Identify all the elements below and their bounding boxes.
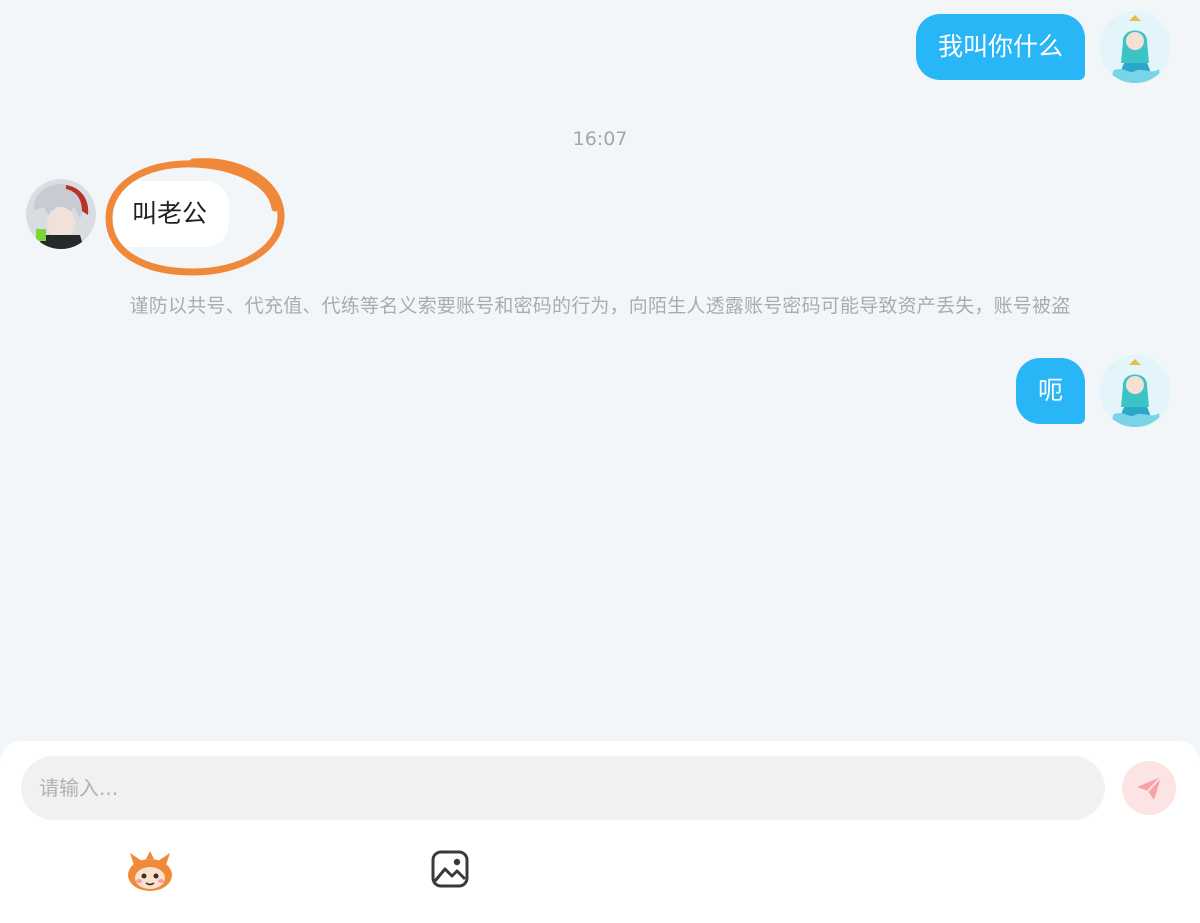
emoji-mascot-button[interactable] bbox=[124, 847, 176, 893]
user-avatar[interactable] bbox=[1099, 11, 1171, 83]
image-picker-button[interactable] bbox=[430, 849, 470, 889]
message-bubble[interactable]: 呃 bbox=[1015, 358, 1085, 424]
message-row-incoming: 叫老公 bbox=[26, 179, 230, 249]
safety-notice: 谨防以共号、代充值、代练等名义索要账号和密码的行为，向陌生人透露账号密码可能导致… bbox=[129, 295, 1071, 317]
message-bubble[interactable]: 叫老公 bbox=[110, 181, 230, 247]
message-bubble[interactable]: 我叫你什么 bbox=[915, 14, 1085, 80]
send-icon bbox=[1137, 776, 1162, 800]
emoji-mascot-icon bbox=[128, 851, 172, 891]
image-icon bbox=[431, 850, 469, 888]
contact-avatar[interactable] bbox=[26, 179, 96, 249]
message-row-outgoing: 我叫你什么 bbox=[915, 11, 1171, 83]
time-divider: 16:07 bbox=[572, 128, 628, 150]
message-input[interactable] bbox=[21, 756, 1105, 820]
send-button[interactable] bbox=[1122, 761, 1176, 815]
user-avatar[interactable] bbox=[1099, 355, 1171, 427]
message-composer bbox=[0, 741, 1200, 923]
message-row-outgoing: 呃 bbox=[1015, 355, 1171, 427]
